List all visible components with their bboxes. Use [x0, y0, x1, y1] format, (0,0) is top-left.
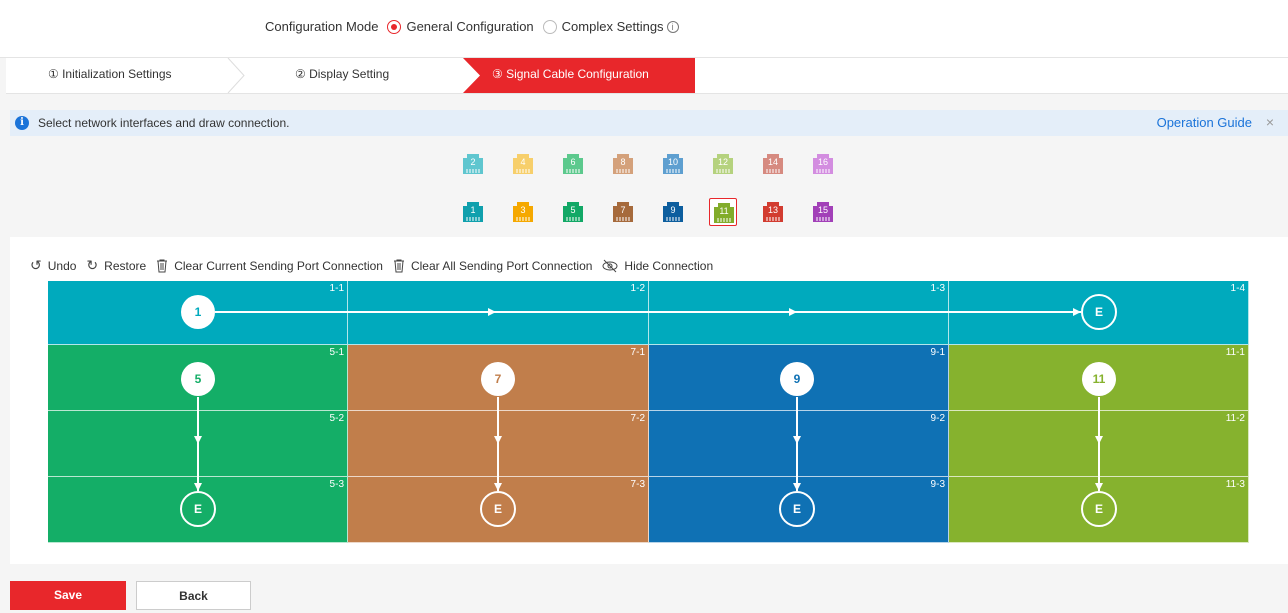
arrow-right-icon [1073, 308, 1081, 316]
restore-label: Restore [104, 258, 147, 273]
port-number: 9 [670, 205, 676, 215]
clear-all-connection-button[interactable]: Clear All Sending Port Connection [393, 259, 592, 273]
port-7[interactable]: 7 [609, 198, 637, 226]
port-number: 12 [717, 157, 728, 167]
config-mode-label: Configuration Mode [265, 19, 379, 34]
clear-current-connection-button[interactable]: Clear Current Sending Port Connection [156, 259, 383, 273]
trash-icon [157, 259, 168, 272]
radio-unchecked-icon [542, 19, 557, 34]
arrow-down-icon [793, 436, 801, 444]
end-node-label: E [793, 502, 801, 516]
port-3[interactable]: 3 [509, 198, 537, 226]
operation-guide-link[interactable]: Operation Guide [1157, 115, 1252, 130]
tab-initialization-settings[interactable]: ① Initialization Settings [48, 58, 172, 93]
port-13[interactable]: 13 [759, 198, 787, 226]
arrow-right-icon [488, 308, 496, 316]
start-node-label: 7 [495, 372, 502, 386]
start-node-label: 5 [195, 372, 202, 386]
arrow-down-icon [194, 483, 202, 491]
undo-label: Undo [47, 258, 77, 273]
info-icon: i [15, 116, 29, 130]
port-number: 10 [667, 157, 678, 167]
port-number: 14 [767, 157, 778, 167]
arrow-down-icon [494, 483, 502, 491]
end-node-label: E [194, 502, 202, 516]
restore-icon: ↻ [86, 257, 99, 273]
tab-display-setting[interactable]: ② Display Setting [295, 58, 389, 93]
port-number: 15 [817, 205, 828, 215]
restore-button[interactable]: ↻ Restore [86, 257, 146, 274]
port-9[interactable]: 9 [659, 198, 687, 226]
port-number: 16 [817, 157, 828, 167]
start-node-label: 1 [195, 305, 202, 319]
tab-label: ③ Signal Cable Configuration [492, 67, 649, 81]
clear-current-label: Clear Current Sending Port Connection [174, 258, 383, 273]
tab-signal-cable-configuration[interactable]: ③ Signal Cable Configuration [463, 58, 695, 93]
port-number: 13 [767, 205, 778, 215]
info-circle-icon[interactable]: i [666, 20, 679, 33]
config-mode-bar: Configuration Mode General Configuration… [0, 0, 1288, 58]
port-8[interactable]: 8 [609, 150, 637, 178]
end-node-label: E [1095, 502, 1103, 516]
port-16[interactable]: 16 [809, 150, 837, 178]
arrow-right-icon [789, 308, 797, 316]
start-node-label: 11 [1093, 372, 1106, 386]
port-15[interactable]: 15 [809, 198, 837, 226]
port-6[interactable]: 6 [559, 150, 587, 178]
end-node-label: E [494, 502, 502, 516]
port-number: 7 [620, 205, 626, 215]
hide-connection-button[interactable]: Hide Connection [602, 259, 713, 273]
port-number: 6 [570, 157, 576, 167]
back-button[interactable]: Back [136, 581, 251, 610]
info-message: Select network interfaces and draw conne… [38, 116, 290, 130]
general-config-label: General Configuration [406, 19, 534, 34]
arrow-down-icon [494, 436, 502, 444]
info-bar: i Select network interfaces and draw con… [10, 110, 1288, 136]
port-10[interactable]: 10 [659, 150, 687, 178]
port-11[interactable]: 11 [709, 198, 737, 226]
arrow-down-icon [194, 436, 202, 444]
network-interface-panel [10, 136, 1288, 237]
arrow-down-icon [1095, 436, 1103, 444]
port-2[interactable]: 2 [459, 150, 487, 178]
tab-label: ② Display Setting [295, 67, 390, 81]
connection-toolbar: ↺ Undo ↻ Restore Clear Current Sending P… [30, 257, 723, 274]
save-button[interactable]: Save [10, 581, 126, 610]
connection-overlay: 1 E 5 E 7 E 9 E 11 E [180, 294, 1117, 527]
port-number: 4 [520, 157, 526, 167]
port-5[interactable]: 5 [559, 198, 587, 226]
port-number: 8 [620, 157, 626, 167]
port-4[interactable]: 4 [509, 150, 537, 178]
signal-cable-config-page: Configuration Mode General Configuration… [0, 0, 1288, 613]
start-node-label: 9 [794, 372, 801, 386]
complex-settings-radio[interactable]: Complex Settings i [542, 19, 679, 34]
port-number: 3 [520, 205, 526, 215]
step-tabs: ① Initialization Settings ② Display Sett… [0, 58, 1288, 94]
port-1[interactable]: 1 [459, 198, 487, 226]
arrow-down-icon [1095, 483, 1103, 491]
general-config-radio[interactable]: General Configuration [387, 19, 534, 34]
end-node-label: E [1095, 305, 1103, 319]
clear-all-label: Clear All Sending Port Connection [410, 258, 593, 273]
port-12[interactable]: 12 [709, 150, 737, 178]
port-number: 5 [570, 205, 576, 215]
port-14[interactable]: 14 [759, 150, 787, 178]
port-number: 1 [470, 205, 476, 215]
port-number: 11 [719, 206, 729, 216]
hide-connection-label: Hide Connection [624, 258, 714, 273]
step-separator-icon [227, 58, 245, 93]
arrow-down-icon [793, 483, 801, 491]
undo-icon: ↺ [30, 257, 42, 273]
eye-off-icon [602, 259, 618, 272]
radio-checked-icon [387, 19, 402, 34]
port-number: 2 [470, 157, 476, 167]
tab-label: ① Initialization Settings [48, 67, 172, 81]
trash-icon [393, 259, 404, 272]
close-icon[interactable]: × [1266, 114, 1274, 130]
complex-settings-label: Complex Settings [561, 19, 664, 34]
undo-button[interactable]: ↺ Undo [30, 257, 76, 274]
